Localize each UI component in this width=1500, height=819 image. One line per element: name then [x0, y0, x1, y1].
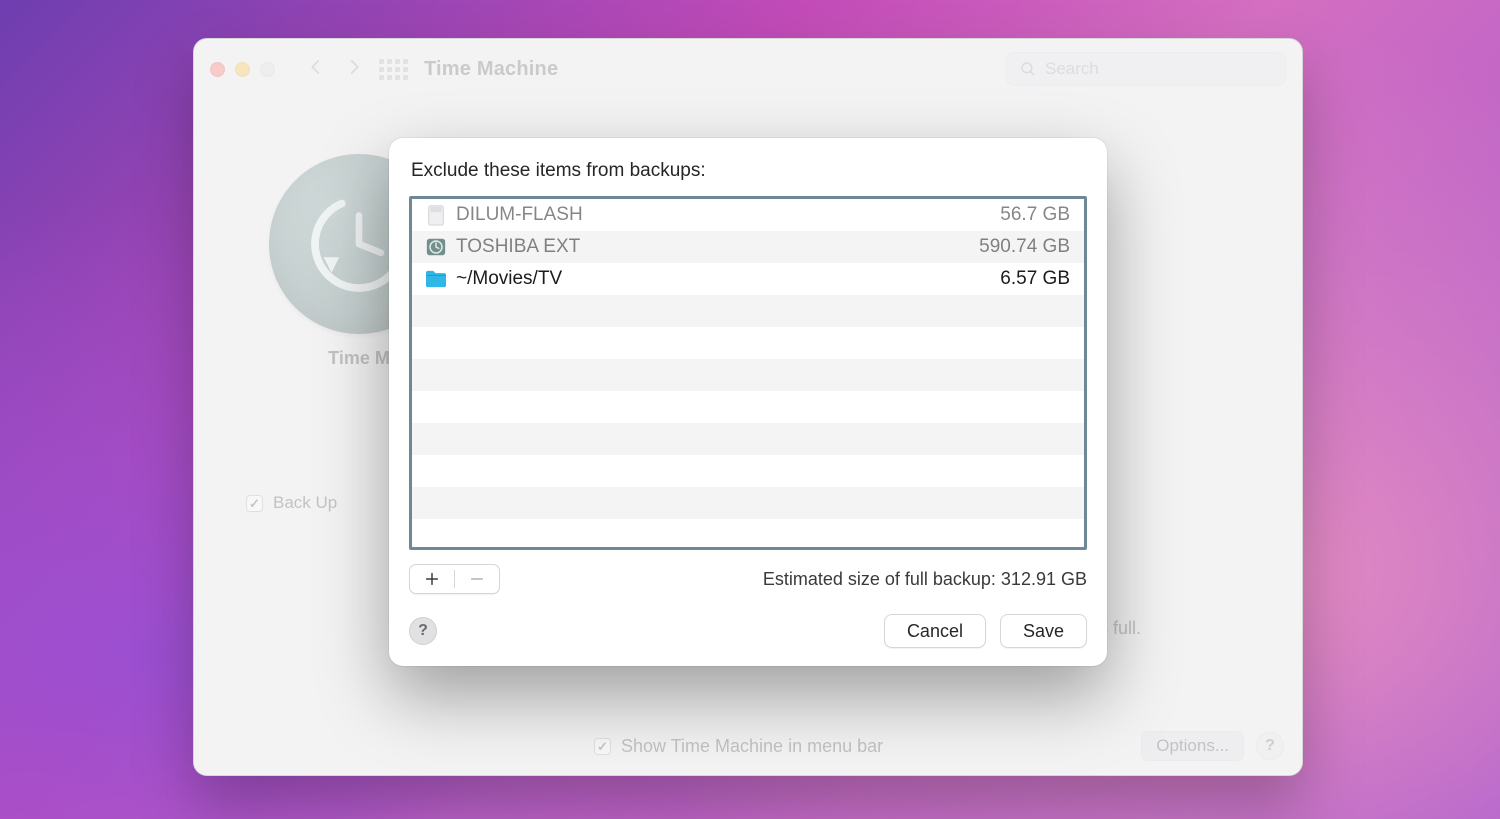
add-remove-group: [409, 564, 500, 594]
back-icon[interactable]: [307, 58, 325, 81]
nav-arrows: [307, 58, 363, 81]
options-button[interactable]: Options...: [1141, 731, 1244, 761]
item-size: 590.74 GB: [979, 236, 1074, 258]
list-item: [412, 487, 1084, 519]
list-item: [412, 327, 1084, 359]
search-icon: [1019, 60, 1037, 78]
minimize-window-icon[interactable]: [235, 62, 250, 77]
search-field[interactable]: Search: [1006, 52, 1286, 86]
toolbar: Time Machine Search: [194, 39, 1302, 99]
dialog-help-button[interactable]: ?: [409, 617, 437, 645]
dialog-title: Exclude these items from backups:: [411, 160, 1087, 182]
menu-bar-row: Show Time Machine in menu bar: [594, 736, 883, 757]
item-size: 56.7 GB: [1000, 204, 1074, 226]
list-item: [412, 519, 1084, 550]
plus-icon: [424, 571, 440, 587]
list-item[interactable]: TOSHIBA EXT590.74 GB: [412, 231, 1084, 263]
show-all-icon[interactable]: [379, 59, 408, 80]
cancel-button[interactable]: Cancel: [884, 614, 986, 648]
window-controls: [210, 62, 275, 77]
folder-volume-icon: [422, 269, 450, 289]
auto-backup-label: Back Up: [273, 493, 337, 513]
ext-volume-icon: [422, 236, 450, 258]
list-item: [412, 295, 1084, 327]
minus-icon: [469, 571, 485, 587]
zoom-window-icon[interactable]: [260, 62, 275, 77]
show-in-menu-bar-label: Show Time Machine in menu bar: [621, 736, 883, 757]
item-name: TOSHIBA EXT: [450, 236, 979, 258]
auto-backup-checkbox[interactable]: [246, 495, 263, 512]
flash-volume-icon: [422, 204, 450, 226]
item-size: 6.57 GB: [1000, 268, 1074, 290]
remove-button[interactable]: [455, 565, 499, 593]
exclude-list[interactable]: DILUM-FLASH56.7 GBTOSHIBA EXT590.74 GB~/…: [409, 196, 1087, 550]
list-item[interactable]: DILUM-FLASH56.7 GB: [412, 199, 1084, 231]
list-item: [412, 391, 1084, 423]
item-name: ~/Movies/TV: [450, 268, 1000, 290]
estimate-label: Estimated size of full backup: 312.91 GB: [763, 569, 1087, 590]
list-item[interactable]: ~/Movies/TV6.57 GB: [412, 263, 1084, 295]
window-title: Time Machine: [424, 58, 558, 81]
help-button[interactable]: ?: [1256, 732, 1284, 760]
close-window-icon[interactable]: [210, 62, 225, 77]
list-item: [412, 359, 1084, 391]
forward-icon[interactable]: [345, 58, 363, 81]
exclude-dialog: Exclude these items from backups: DILUM-…: [389, 138, 1107, 666]
search-placeholder: Search: [1045, 59, 1099, 79]
list-item: [412, 455, 1084, 487]
auto-backup-row: Back Up: [246, 493, 337, 513]
add-button[interactable]: [410, 565, 454, 593]
item-name: DILUM-FLASH: [450, 204, 1000, 226]
list-item: [412, 423, 1084, 455]
save-button[interactable]: Save: [1000, 614, 1087, 648]
show-in-menu-bar-checkbox[interactable]: [594, 738, 611, 755]
